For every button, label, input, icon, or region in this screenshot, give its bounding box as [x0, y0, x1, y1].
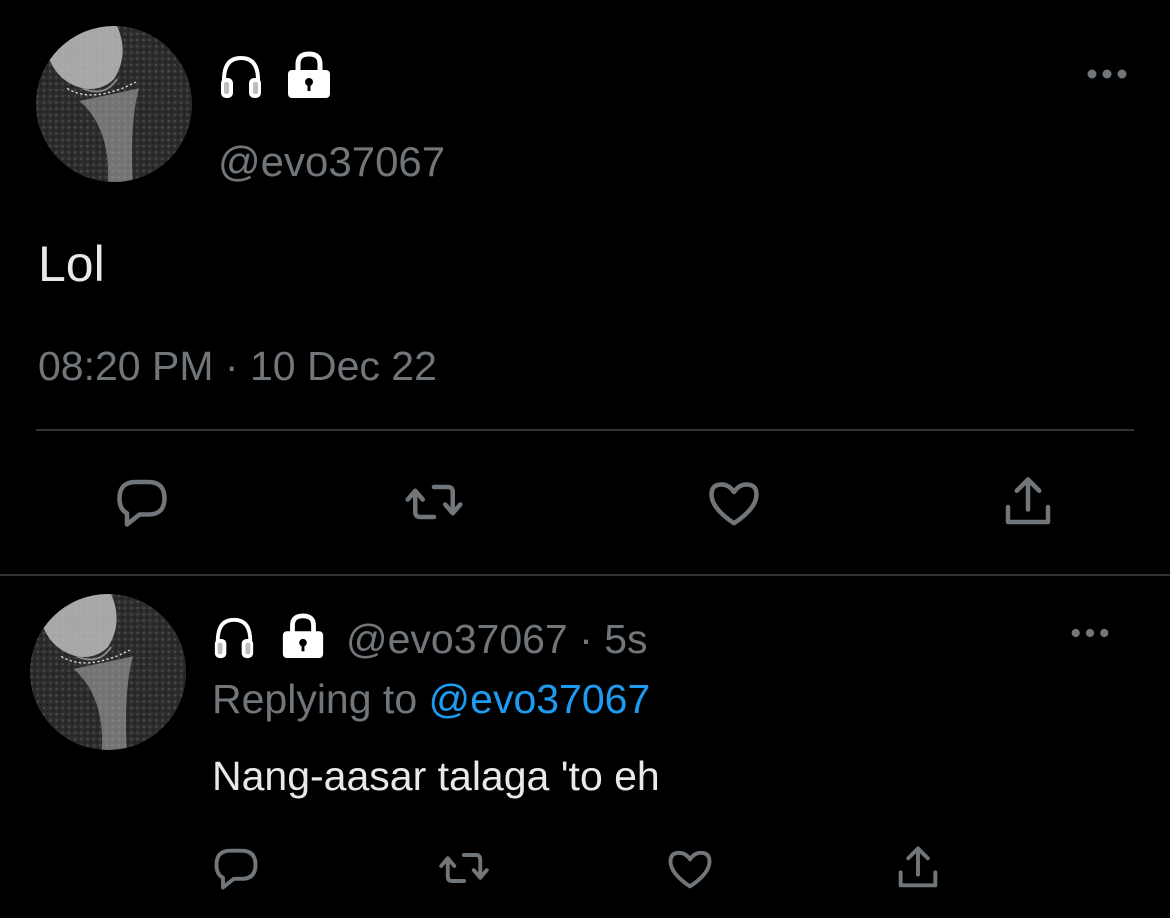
reply-icon[interactable]: [210, 842, 262, 894]
retweet-icon[interactable]: [438, 842, 490, 894]
section-divider: [0, 574, 1170, 576]
meta-separator: ·: [224, 343, 239, 389]
replying-to-label: Replying to: [212, 676, 418, 722]
more-options-icon[interactable]: [1086, 66, 1128, 82]
share-icon[interactable]: [892, 842, 944, 894]
like-icon[interactable]: [704, 472, 764, 532]
author-handle[interactable]: @evo37067: [218, 138, 445, 186]
headphones-icon: [218, 52, 264, 102]
reply-header: @evo37067 · 5s: [346, 616, 648, 663]
avatar-photo: [30, 594, 186, 750]
tweet-thread-page: { "colors": { "background": "#000000", "…: [0, 0, 1170, 918]
divider: [36, 429, 1134, 431]
lock-icon: [285, 50, 333, 100]
reply-age[interactable]: 5s: [604, 616, 647, 662]
share-icon[interactable]: [998, 472, 1058, 532]
meta-separator: ·: [579, 616, 593, 662]
retweet-icon[interactable]: [404, 472, 464, 532]
reply-icon[interactable]: [112, 472, 172, 532]
tweet-text: Lol: [38, 236, 105, 292]
tweet-time: 08:20 PM: [38, 343, 214, 389]
avatar-photo: [36, 26, 192, 182]
headphones-icon: [212, 614, 256, 662]
more-options-icon[interactable]: [1070, 625, 1110, 641]
tweet-date: 10 Dec 22: [249, 343, 437, 389]
reply-text: Nang-aasar talaga 'to eh: [212, 753, 660, 799]
reply-avatar[interactable]: [30, 594, 186, 750]
avatar[interactable]: [36, 26, 192, 182]
lock-icon: [280, 612, 326, 660]
like-icon[interactable]: [664, 842, 716, 894]
reply-author-handle[interactable]: @evo37067: [346, 616, 568, 662]
replying-to-line: Replying to @evo37067: [212, 676, 650, 723]
tweet-timestamp[interactable]: 08:20 PM · 10 Dec 22: [38, 343, 437, 390]
replying-to-handle-link[interactable]: @evo37067: [429, 676, 651, 722]
